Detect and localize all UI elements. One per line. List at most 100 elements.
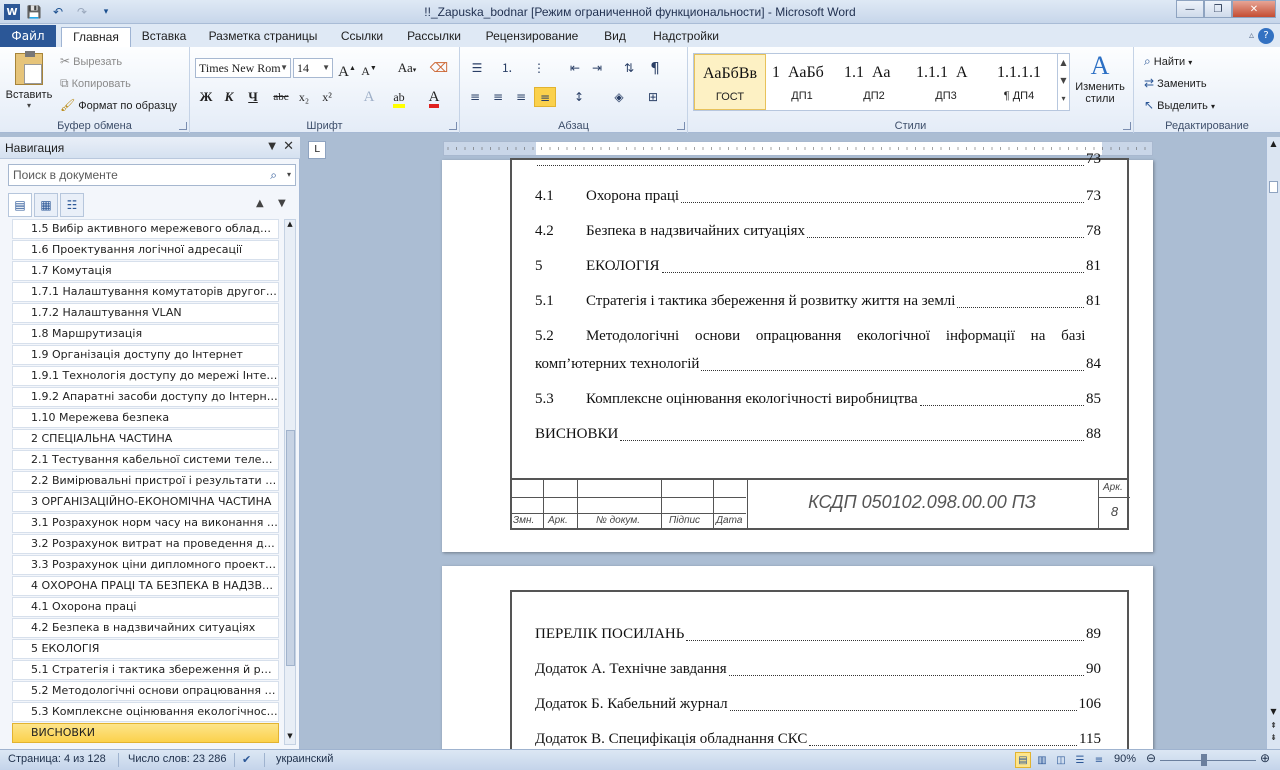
strikethrough-button[interactable]: abc — [270, 87, 292, 107]
nav-heading-item[interactable]: 1.7.1 Налаштування комутаторів другого р… — [12, 282, 279, 302]
page-count[interactable]: Страница: 4 из 128 — [8, 753, 106, 765]
search-icon[interactable]: ⌕ — [270, 165, 277, 185]
select-button[interactable]: ↖ Выделить ▾ — [1144, 98, 1215, 112]
style-gost[interactable]: АаБбВв ГОСТ — [694, 54, 766, 110]
style-dp3[interactable]: 1.1.1 А ДП3 — [910, 54, 982, 110]
web-layout-icon[interactable]: ◫ — [1053, 752, 1069, 768]
bold-button[interactable]: Ж — [195, 87, 217, 107]
toc-entry[interactable]: Додаток Б. Кабельний журнал 106 — [535, 696, 1101, 718]
nav-scrollbar[interactable]: ▲ ▼ — [284, 219, 296, 745]
ribbon-minimize-icon[interactable]: ▵ — [1249, 30, 1254, 41]
zoom-level[interactable]: 90% — [1114, 753, 1136, 765]
document-scrollbar[interactable]: ▲ ▼ ⇞ ⇟ — [1266, 137, 1280, 749]
style-dp1[interactable]: 1 АаБб ДП1 — [766, 54, 838, 110]
nav-close-icon[interactable]: ✕ — [283, 139, 294, 154]
nav-heading-item[interactable]: 1.9.2 Апаратні засоби доступу до Інтерне… — [12, 387, 279, 407]
nav-heading-item[interactable]: 5.1 Стратегія і тактика збереження й роз… — [12, 660, 279, 680]
restore-button[interactable]: ❐ — [1204, 0, 1232, 18]
full-screen-reading-icon[interactable]: ▥ — [1034, 752, 1050, 768]
nav-heading-item[interactable]: 5.3 Комплексне оцінювання екологічності … — [12, 702, 279, 722]
find-button[interactable]: ⌕ Найти ▾ — [1144, 54, 1192, 69]
doc-scroll-thumb[interactable] — [1269, 181, 1278, 193]
nav-heading-item[interactable]: 2.2 Вимірювальні пристрої і результати т… — [12, 471, 279, 491]
scroll-up-icon[interactable]: ▲ — [1268, 139, 1279, 151]
next-heading-icon[interactable]: ▼ — [278, 198, 286, 209]
language[interactable]: украинский — [276, 753, 333, 765]
nav-heading-item[interactable]: 5 ЕКОЛОГІЯ — [12, 639, 279, 659]
document-page[interactable]: ПЕРЕЛІК ПОСИЛАНЬ 89 Додаток А. Технічне за… — [442, 566, 1153, 770]
toc-entry[interactable]: 5.3 Комплексне оцінювання екологічності в… — [535, 391, 1101, 413]
shading-icon[interactable]: ◈ — [608, 87, 630, 107]
previous-heading-icon[interactable]: ▲ — [256, 198, 264, 209]
toc-entry[interactable]: ПЕРЕЛІК ПОСИЛАНЬ 89 — [535, 626, 1101, 648]
numbering-icon[interactable]: ⒈ — [496, 58, 518, 78]
clear-format-button[interactable]: ⌫ — [428, 58, 450, 78]
tab-references[interactable]: Ссылки — [333, 27, 391, 47]
toc-entry[interactable]: 5 ЕКОЛОГІЯ 81 — [535, 258, 1101, 280]
tab-file[interactable]: Файл — [0, 25, 56, 47]
grow-font-button[interactable]: A▲ — [336, 58, 358, 80]
next-page-icon[interactable]: ⇟ — [1268, 733, 1279, 743]
styles-launcher-icon[interactable] — [1123, 122, 1131, 130]
vertical-ruler[interactable] — [311, 160, 323, 750]
document-page[interactable]: 73 4.1 Охорона праці 73 4.2 Безпека в надзвич… — [442, 151, 1153, 552]
tab-mailings[interactable]: Рассылки — [398, 27, 470, 47]
nav-heading-item[interactable]: 3.3 Розрахунок ціни дипломного проекту і… — [12, 555, 279, 575]
decrease-indent-icon[interactable]: ⇤ — [564, 58, 586, 78]
scroll-up-icon[interactable]: ▲ — [285, 220, 295, 232]
results-view-icon[interactable]: ☷ — [60, 193, 84, 217]
underline-button[interactable]: Ч — [242, 87, 264, 107]
toc-entry[interactable]: 5.2 Методологічні основи опрацювання екол… — [535, 328, 1101, 350]
italic-button[interactable]: К — [218, 87, 240, 107]
multilevel-list-icon[interactable]: ⋮ — [528, 58, 550, 78]
font-name-combo[interactable]: Times New Rom ▼ — [195, 58, 291, 78]
font-size-combo[interactable]: 14 ▼ — [293, 58, 333, 78]
toc-entry[interactable]: 5.1 Стратегія і тактика збереження й розв… — [535, 293, 1101, 315]
font-launcher-icon[interactable] — [449, 122, 457, 130]
subscript-button[interactable]: x₂ — [293, 87, 315, 107]
scroll-down-icon[interactable]: ▼ — [285, 732, 295, 744]
tab-addins[interactable]: Надстройки — [644, 27, 728, 47]
show-formatting-button[interactable]: ¶ — [644, 58, 666, 78]
proofing-icon[interactable]: ✔ — [242, 753, 251, 766]
cut-button[interactable]: ✂ Вырезать — [60, 54, 122, 68]
line-spacing-icon[interactable]: ↕ — [568, 87, 590, 107]
scroll-down-icon[interactable]: ▼ — [1268, 707, 1279, 717]
minimize-button[interactable]: — — [1176, 0, 1204, 18]
nav-menu-icon[interactable]: ▼ — [268, 141, 276, 152]
nav-heading-item[interactable]: 4 ОХОРОНА ПРАЦІ ТА БЕЗПЕКА В НАДЗВИЧАЙНИ… — [12, 576, 279, 596]
zoom-slider-thumb[interactable] — [1201, 754, 1207, 766]
nav-heading-item[interactable]: 4.1 Охорона праці — [12, 597, 279, 617]
nav-heading-item[interactable]: 1.9 Організація доступу до Інтернет — [12, 345, 279, 365]
tab-insert[interactable]: Вставка — [135, 27, 193, 47]
style-dp2[interactable]: 1.1 Аа ДП2 — [838, 54, 910, 110]
nav-heading-item[interactable]: 1.7 Комутація — [12, 261, 279, 281]
highlight-button[interactable]: ab — [388, 87, 410, 108]
tab-review[interactable]: Рецензирование — [478, 27, 586, 47]
zoom-out-icon[interactable]: ⊖ — [1146, 751, 1156, 765]
nav-heading-item[interactable]: 4.2 Безпека в надзвичайних ситуаціях — [12, 618, 279, 638]
text-effects-button[interactable]: A — [358, 87, 380, 107]
nav-search-input[interactable]: Поиск в документе ⌕ ▾ — [8, 164, 296, 186]
nav-heading-item[interactable]: 1.8 Маршрутизація — [12, 324, 279, 344]
toc-entry[interactable]: ВИСНОВКИ 88 — [535, 426, 1101, 448]
toc-entry[interactable]: Додаток А. Технічне завдання 90 — [535, 661, 1101, 683]
change-case-button[interactable]: Аа▾ — [393, 58, 421, 78]
nav-heading-item[interactable]: 1.7.2 Налаштування VLAN — [12, 303, 279, 323]
style-dp4[interactable]: 1.1.1.1 ¶ ДП4 — [982, 54, 1056, 110]
headings-view-icon[interactable]: ▤ — [8, 193, 32, 217]
nav-heading-item[interactable]: 1.6 Проектування логічної адресації — [12, 240, 279, 260]
toc-entry[interactable]: 4.1 Охорона праці 73 — [535, 188, 1101, 210]
toc-entry[interactable]: комп’ютерних технологій 84 — [535, 356, 1101, 378]
replace-button[interactable]: ⇄ Заменить — [1144, 76, 1207, 90]
print-layout-icon[interactable]: ▤ — [1015, 752, 1031, 768]
zoom-in-icon[interactable]: ⊕ — [1260, 751, 1270, 765]
increase-indent-icon[interactable]: ⇥ — [586, 58, 608, 78]
change-styles-button[interactable]: A Изменить стили — [1072, 51, 1128, 115]
nav-heading-item[interactable]: 3.2 Розрахунок витрат на проведення дипл… — [12, 534, 279, 554]
align-left-icon[interactable]: ≡ — [464, 87, 486, 107]
copy-button[interactable]: ⧉ Копировать — [60, 76, 131, 91]
tab-selector[interactable]: L — [308, 141, 326, 159]
nav-heading-item[interactable]: 1.9.1 Технологія доступу до мережі Інтер… — [12, 366, 279, 386]
sort-icon[interactable]: ⇅ — [618, 58, 640, 78]
